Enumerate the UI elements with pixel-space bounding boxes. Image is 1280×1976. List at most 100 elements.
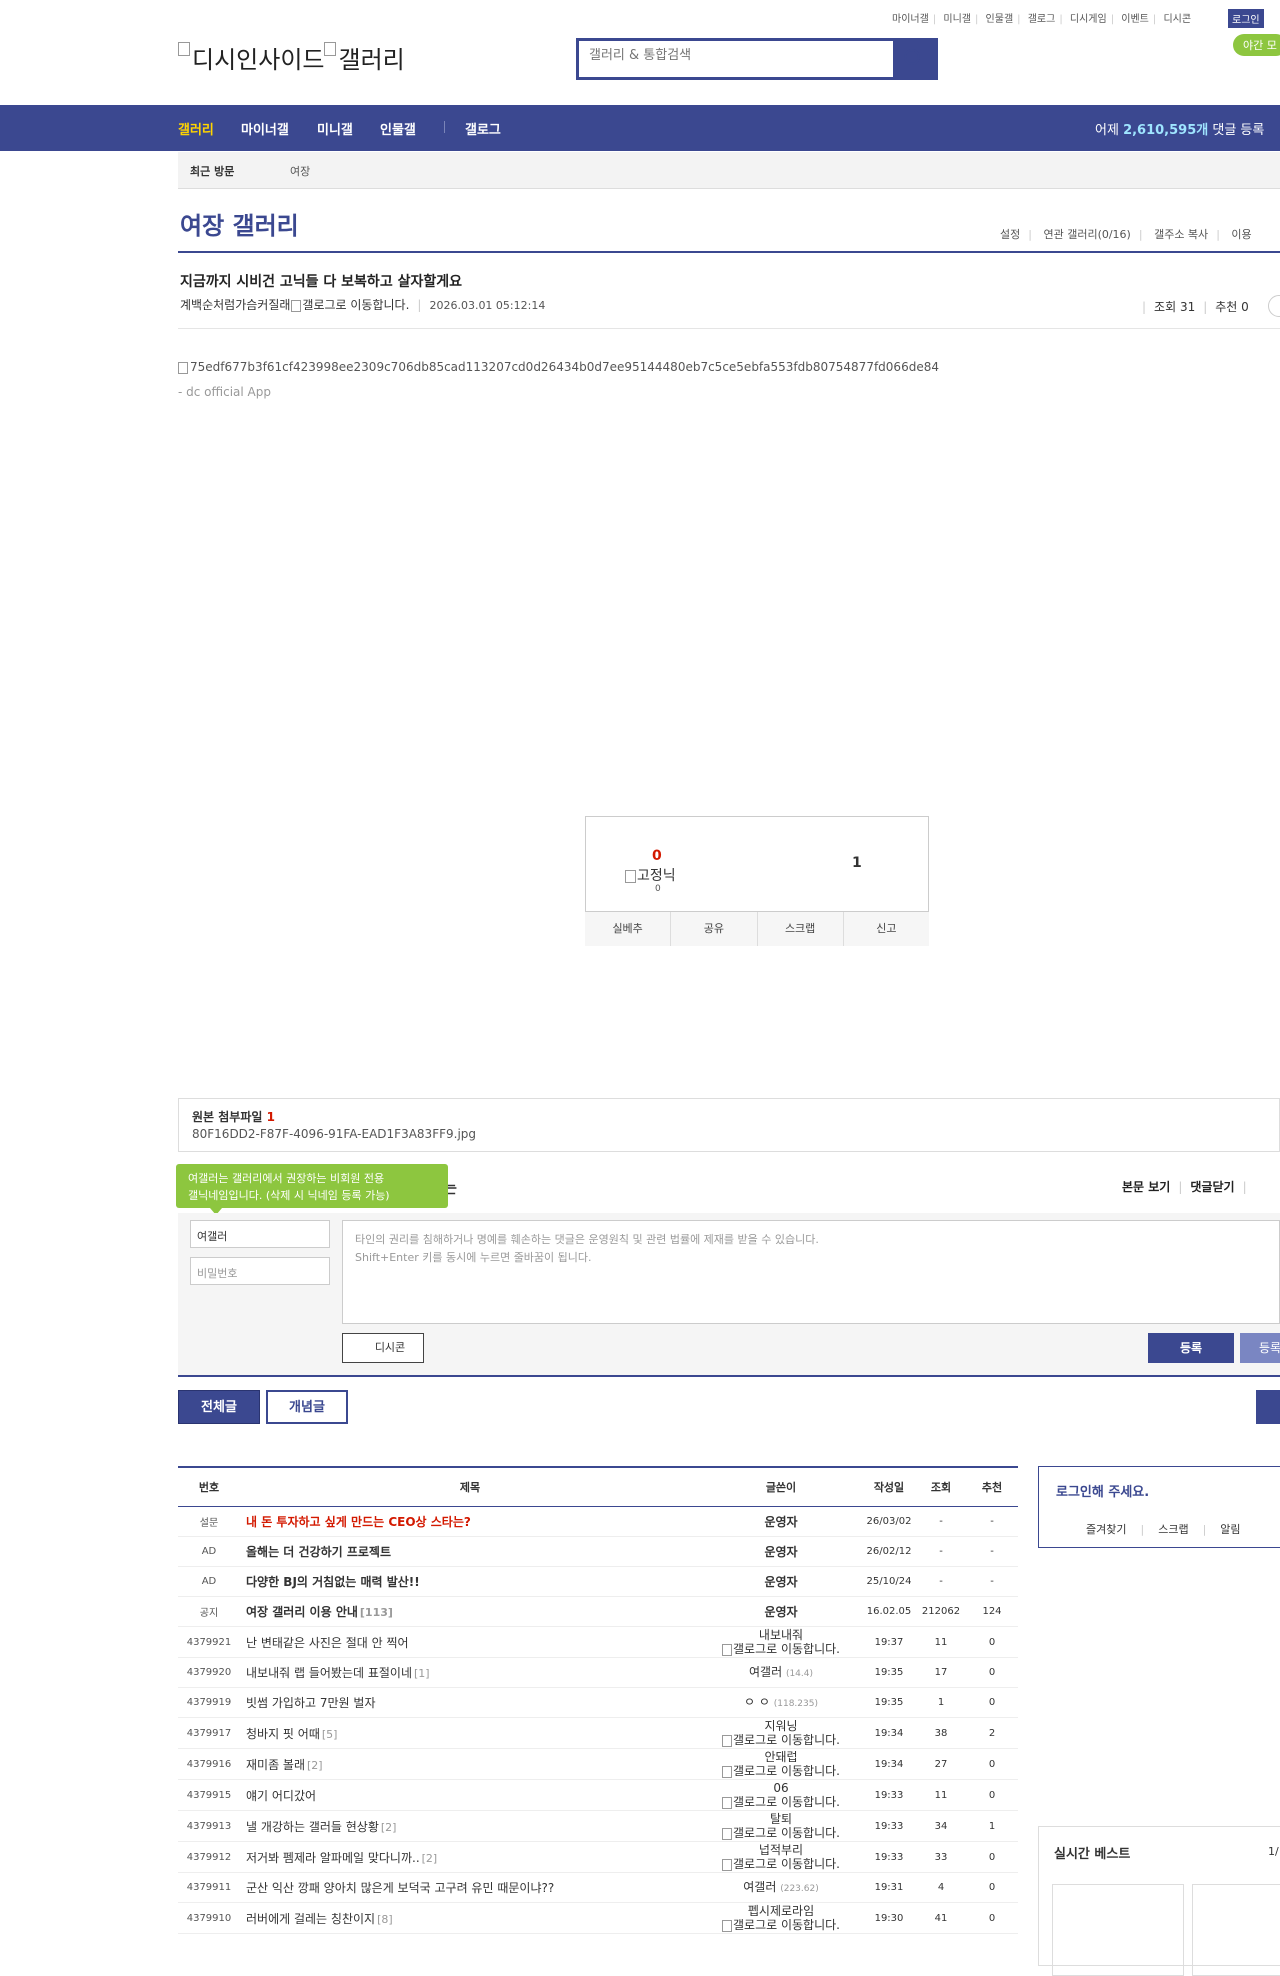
- post-subject-text[interactable]: 군산 익산 깡패 양아치 많은게 보덕국 고구려 유민 때문이냐??: [246, 1881, 554, 1895]
- writer-name[interactable]: 탈퇴: [701, 1812, 861, 1826]
- writer-name[interactable]: 펩시제로라임: [701, 1904, 861, 1918]
- galog-icon[interactable]: [722, 1858, 732, 1871]
- writer-name[interactable]: 06: [701, 1781, 861, 1795]
- reply-count[interactable]: [2]: [422, 1852, 438, 1865]
- table-row[interactable]: 4379910 러버에게 걸레는 칭찬이지 [8] 펩시제로라임 갤로그로 이동합니다.…: [178, 1902, 1018, 1934]
- view-post-link[interactable]: 본문 보기: [1122, 1180, 1170, 1194]
- post-subject-text[interactable]: 내보내줘 랩 들어봤는데 표절이네: [246, 1666, 412, 1680]
- post-subject[interactable]: 군산 익산 깡패 양아치 많은게 보덕국 고구려 유민 때문이냐??: [240, 1872, 700, 1903]
- post-subject[interactable]: 저거봐 펨제라 알파메일 맞다니까.. [2]: [240, 1841, 700, 1873]
- tab-all-posts[interactable]: 전체글: [178, 1390, 260, 1424]
- comment-textarea[interactable]: 타인의 권리를 침해하거나 명예를 훼손하는 댓글은 운영원칙 및 관련 법률에…: [342, 1220, 1280, 1324]
- table-row[interactable]: 4379919 빗썸 가입하고 7만원 벌자 ㅇ ㅇ (118.235) 19:35 1…: [178, 1687, 1018, 1718]
- write-button[interactable]: [1256, 1390, 1280, 1424]
- nav-galog[interactable]: 갤로그: [465, 119, 501, 138]
- post-subject-text[interactable]: 내 돈 투자하고 싶게 만드는 CEO상 스타는?: [246, 1515, 471, 1529]
- related-gallery-link[interactable]: 연관 갤러리(0/16): [1043, 228, 1130, 241]
- post-subject[interactable]: 빗썸 가입하고 7만원 벌자: [240, 1687, 700, 1718]
- galog-icon[interactable]: [291, 299, 302, 312]
- post-subject-text[interactable]: 낼 개강하는 갤러들 현상황: [246, 1820, 379, 1834]
- share-button[interactable]: 공유: [671, 912, 758, 946]
- reply-count[interactable]: [1]: [414, 1667, 430, 1680]
- post-subject-text[interactable]: 여장 갤러리 이용 안내: [246, 1605, 358, 1619]
- table-row[interactable]: 4379915 얘기 어디갔어 06 갤로그로 이동합니다. 19:33 11 0: [178, 1779, 1018, 1811]
- gallery-title[interactable]: 여장 갤러리: [180, 206, 299, 241]
- galog-icon[interactable]: [722, 1765, 732, 1778]
- table-row[interactable]: 4379913 낼 개강하는 갤러들 현상황 [2] 탈퇴 갤로그로 이동합니다. 19:…: [178, 1810, 1018, 1842]
- table-row[interactable]: 4379911 군산 익산 깡패 양아치 많은게 보덕국 고구려 유민 때문이냐?…: [178, 1872, 1018, 1903]
- writer-name[interactable]: 운영자: [764, 1515, 797, 1529]
- post-subject[interactable]: 낼 개강하는 갤러들 현상황 [2]: [240, 1810, 700, 1842]
- report-button[interactable]: 신고: [843, 912, 929, 946]
- table-row[interactable]: 4379916 재미좀 볼래 [2] 안돼럽 갤로그로 이동합니다. 19:34 27 0: [178, 1748, 1018, 1780]
- comment-register-recommend-button[interactable]: 등록: [1240, 1333, 1280, 1363]
- dccon-button[interactable]: 디시콘: [342, 1333, 424, 1363]
- writer-name[interactable]: ㅇ ㅇ: [744, 1695, 770, 1709]
- post-subject-text[interactable]: 다양한 BJ의 거침없는 매력 발산!!: [246, 1575, 420, 1589]
- writer-name[interactable]: 운영자: [764, 1605, 797, 1619]
- best-recommend-button[interactable]: 실베추: [585, 912, 672, 946]
- night-mode-button[interactable]: 야간 모: [1233, 34, 1280, 56]
- search-button[interactable]: [893, 41, 935, 77]
- reply-count[interactable]: [2]: [381, 1821, 397, 1834]
- attachment-file-link[interactable]: 80F16DD2-F87F-4096-91FA-EAD1F3A83FF9.jpg: [192, 1127, 476, 1141]
- table-row[interactable]: 공지 여장 갤러리 이용 안내 [113] 운영자 16.02.05 212062 124: [178, 1596, 1018, 1627]
- writer-name[interactable]: 여갤러: [749, 1665, 782, 1679]
- table-row[interactable]: 4379912 저거봐 펨제라 알파메일 맞다니까.. [2] 넙적부리 갤로그로 이동…: [178, 1841, 1018, 1873]
- writer-name[interactable]: 넙적부리: [701, 1843, 861, 1857]
- post-subject-text[interactable]: 얘기 어디갔어: [246, 1789, 316, 1803]
- close-comments-link[interactable]: 댓글닫기: [1190, 1180, 1234, 1194]
- galog-icon[interactable]: [722, 1827, 732, 1840]
- galog-icon[interactable]: [722, 1919, 732, 1932]
- post-subject[interactable]: 내 돈 투자하고 싶게 만드는 CEO상 스타는?: [240, 1506, 700, 1537]
- post-author[interactable]: 계백순처럼가슴커질래: [180, 298, 290, 312]
- post-subject-text[interactable]: 러버에게 걸레는 칭찬이지: [246, 1912, 375, 1926]
- table-row[interactable]: AD 다양한 BJ의 거침없는 매력 발산!! 운영자 25/10/24- -: [178, 1566, 1018, 1597]
- galog-icon[interactable]: [722, 1643, 732, 1656]
- nav-person-gallery[interactable]: 인물갤: [380, 119, 416, 138]
- downvote-count[interactable]: 1: [852, 855, 862, 871]
- search-input[interactable]: [587, 47, 911, 64]
- post-subject-text[interactable]: 난 변태같은 사진은 절대 안 찍어: [246, 1636, 409, 1650]
- post-subject[interactable]: 러버에게 걸레는 칭찬이지 [8]: [240, 1902, 700, 1934]
- scrap-button[interactable]: 스크랩: [757, 912, 844, 946]
- sidebar-favorites-link[interactable]: 즐겨찾기: [1086, 1523, 1126, 1536]
- post-subject-text[interactable]: 재미좀 볼래: [246, 1758, 305, 1772]
- top-link-dccon[interactable]: 디시콘: [1163, 14, 1191, 25]
- best-card[interactable]: [1192, 1884, 1280, 1976]
- sidebar-login-prompt[interactable]: 로그인해 주세요.: [1056, 1481, 1149, 1500]
- galog-icon[interactable]: [722, 1796, 732, 1809]
- writer-name[interactable]: 여갤러: [743, 1880, 776, 1894]
- writer-name[interactable]: 운영자: [764, 1545, 797, 1559]
- reply-count[interactable]: [8]: [377, 1913, 393, 1926]
- post-subject[interactable]: 여장 갤러리 이용 안내 [113]: [240, 1596, 700, 1627]
- table-row[interactable]: 4379920 내보내줘 랩 들어봤는데 표절이네 [1] 여갤러 (14.4) 19:…: [178, 1657, 1018, 1688]
- writer-name[interactable]: 운영자: [764, 1575, 797, 1589]
- best-card[interactable]: [1052, 1884, 1184, 1976]
- writer-name[interactable]: 내보내줘: [701, 1628, 861, 1642]
- copy-address-link[interactable]: 갤주소 복사: [1154, 228, 1208, 241]
- table-row[interactable]: 설문 내 돈 투자하고 싶게 만드는 CEO상 스타는? 운영자 26/03/02- -: [178, 1506, 1018, 1537]
- top-link-mini[interactable]: 미니갤: [943, 14, 971, 25]
- nav-minor-gallery[interactable]: 마이너갤: [241, 119, 289, 138]
- post-subject[interactable]: 재미좀 볼래 [2]: [240, 1748, 700, 1780]
- table-row[interactable]: 4379921 난 변태같은 사진은 절대 안 찍어 내보내줘 갤로그로 이동합니다.…: [178, 1626, 1018, 1658]
- table-row[interactable]: AD 올해는 더 건강하기 프로젝트 운영자 26/02/12- -: [178, 1536, 1018, 1567]
- post-subject-text[interactable]: 빗썸 가입하고 7만원 벌자: [246, 1696, 375, 1710]
- post-subject-text[interactable]: 올해는 더 건강하기 프로젝트: [246, 1545, 391, 1559]
- top-link-minor[interactable]: 마이너갤: [892, 14, 929, 25]
- comment-nickname-field[interactable]: 여갤러: [190, 1220, 330, 1248]
- post-subject[interactable]: 청바지 핏 어때 [5]: [240, 1717, 700, 1749]
- site-logo[interactable]: 디시인사이드 갤러리: [178, 40, 405, 75]
- usage-link[interactable]: 이용: [1231, 228, 1251, 241]
- nav-mini-gallery[interactable]: 미니갤: [317, 119, 353, 138]
- reply-count[interactable]: [113]: [360, 1606, 393, 1619]
- comment-password-field[interactable]: 비밀번호: [190, 1257, 330, 1285]
- writer-name[interactable]: 지워닝: [701, 1719, 861, 1733]
- galog-icon[interactable]: [722, 1734, 732, 1747]
- reply-count[interactable]: [2]: [307, 1759, 323, 1772]
- post-subject[interactable]: 다양한 BJ의 거침없는 매력 발산!!: [240, 1566, 700, 1597]
- post-subject[interactable]: 얘기 어디갔어: [240, 1779, 700, 1811]
- post-image[interactable]: 75edf677b3f61cf423998ee2309c706db85cad11…: [178, 360, 939, 374]
- post-subject[interactable]: 올해는 더 건강하기 프로젝트: [240, 1536, 700, 1567]
